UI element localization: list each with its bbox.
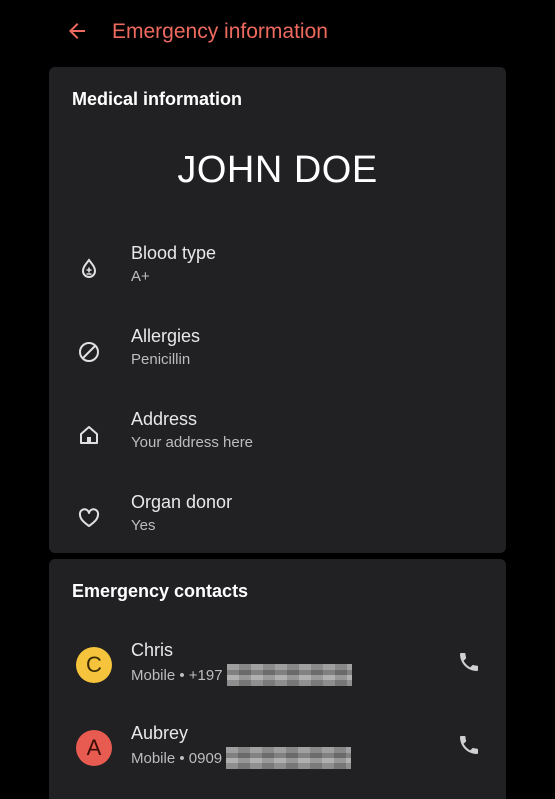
owner-name: JOHN DOE [177, 149, 378, 191]
phone-icon [460, 736, 478, 754]
address-row[interactable]: Address Your address here [49, 409, 506, 479]
heart-icon [75, 504, 103, 532]
avatar: A [76, 730, 112, 766]
contact-name: Aubrey [131, 723, 189, 743]
contact-detail: Mobile • +197 [131, 664, 352, 686]
contact-row-aubrey[interactable]: A Aubrey Mobile • 0909 [49, 723, 506, 790]
blood-type-label: Blood type [131, 243, 217, 263]
allergies-row[interactable]: Allergies Penicillin [49, 326, 506, 396]
call-button[interactable] [454, 730, 484, 760]
contact-detail: Mobile • 0909 [131, 747, 352, 769]
redacted-phone [226, 747, 352, 769]
contact-phone-prefix: Mobile • +197 [131, 666, 223, 684]
organ-donor-value: Yes [131, 517, 156, 534]
blood-drop-icon [75, 255, 103, 283]
redacted-phone [226, 664, 352, 686]
emergency-contacts-card: Emergency contacts C Chris Mobile • +197… [49, 559, 506, 799]
medical-information-header: Medical information [72, 89, 243, 109]
allergies-label: Allergies [131, 326, 201, 346]
contact-name: Chris [131, 640, 174, 660]
emergency-contacts-header: Emergency contacts [72, 581, 249, 601]
avatar: C [76, 647, 112, 683]
page-title: Emergency information [112, 20, 328, 43]
home-icon [75, 421, 103, 449]
organ-donor-row[interactable]: Organ donor Yes [49, 492, 506, 562]
blood-type-row[interactable]: Blood type A+ [49, 243, 506, 313]
block-icon [75, 338, 103, 366]
arrow-left-icon [69, 23, 85, 39]
medical-information-card: Medical information JOHN DOE Blood type … [49, 67, 506, 553]
address-label: Address [131, 409, 198, 429]
phone-icon [460, 653, 478, 671]
blood-type-value: A+ [131, 268, 150, 285]
top-app-bar: Emergency information [0, 0, 555, 64]
call-button[interactable] [454, 647, 484, 677]
allergies-value: Penicillin [131, 351, 191, 368]
contact-row-chris[interactable]: C Chris Mobile • +197 [49, 640, 506, 707]
contact-phone-prefix: Mobile • 0909 [131, 749, 223, 767]
address-value: Your address here [131, 434, 254, 451]
organ-donor-label: Organ donor [131, 492, 233, 512]
back-button[interactable] [60, 14, 94, 48]
